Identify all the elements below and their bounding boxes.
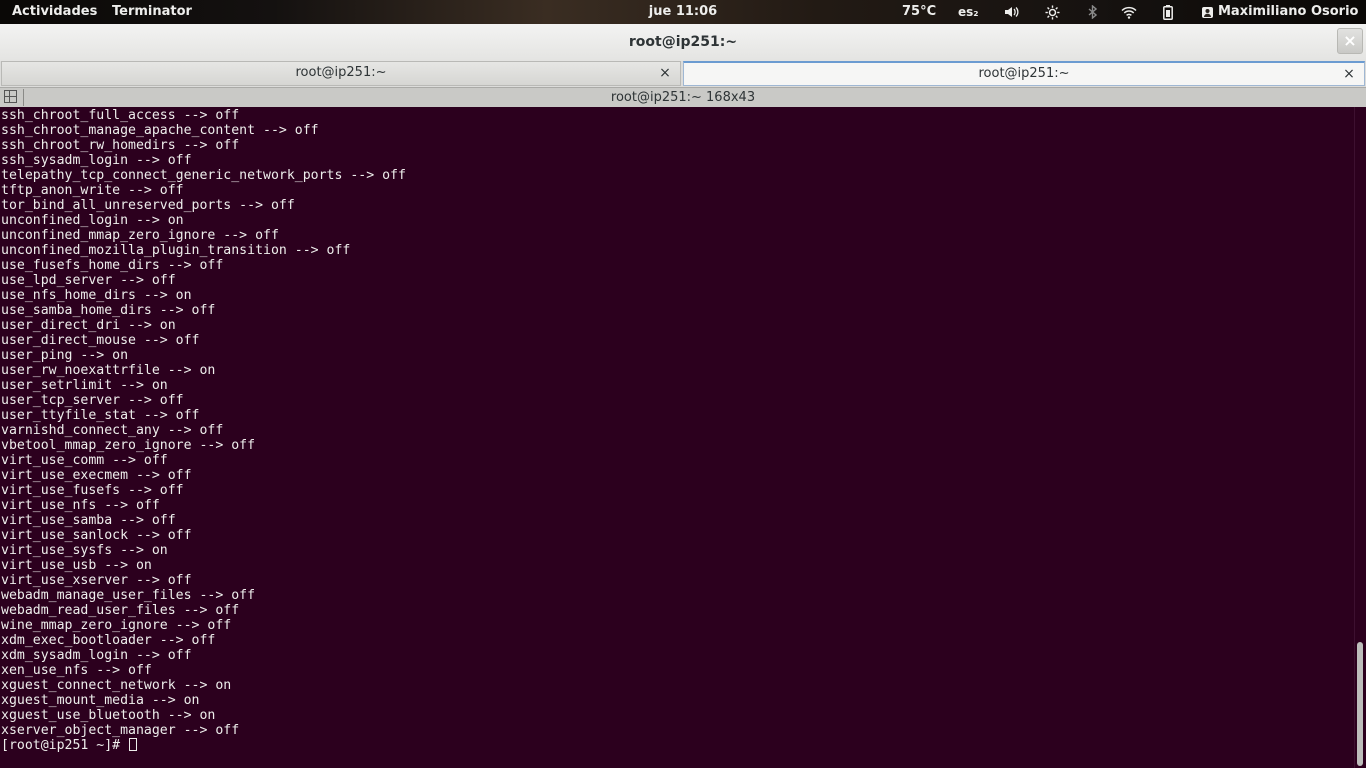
terminal-line: user_direct_dri --> on <box>1 318 176 333</box>
terminal-line: unconfined_mozilla_plugin_transition -->… <box>1 243 351 258</box>
terminal-line: ssh_chroot_rw_homedirs --> off <box>1 138 240 153</box>
wifi-icon[interactable] <box>1118 0 1140 24</box>
terminal-line: varnishd_connect_any --> off <box>1 423 224 438</box>
terminal-line: unconfined_mmap_zero_ignore --> off <box>1 228 279 243</box>
terminal-line: virt_use_sysfs --> on <box>1 543 168 558</box>
window-titlebar[interactable]: root@ip251:~ × <box>0 24 1366 62</box>
terminal-line: xdm_sysadm_login --> off <box>1 648 192 663</box>
terminal-line: ssh_chroot_manage_apache_content --> off <box>1 123 319 138</box>
terminal-title: root@ip251:~ 168x43 <box>610 90 756 105</box>
user-menu[interactable]: Maximiliano Osorio <box>1218 0 1358 24</box>
terminal-output: ssh_chroot_full_access --> off ssh_chroot… <box>1 108 406 753</box>
terminal-line: use_samba_home_dirs --> off <box>1 303 216 318</box>
terminal-line: unconfined_login --> on <box>1 213 184 228</box>
tab-label: root@ip251:~ <box>978 66 1070 81</box>
top-bar: Actividades Terminator jue 11:06 75°C es… <box>0 0 1366 24</box>
prompt-line[interactable]: [root@ip251 ~]# <box>1 738 406 753</box>
terminal-line: ssh_sysadm_login --> off <box>1 153 192 168</box>
window-title: root@ip251:~ <box>628 34 738 50</box>
temperature-indicator[interactable]: 75°C <box>902 0 936 24</box>
brightness-icon[interactable] <box>1042 0 1062 24</box>
terminal-line: tor_bind_all_unreserved_ports --> off <box>1 198 295 213</box>
terminal-line: virt_use_xserver --> off <box>1 573 192 588</box>
terminal-line: virt_use_fusefs --> off <box>1 483 184 498</box>
terminal-titlebar[interactable]: root@ip251:~ 168x43 <box>0 87 1366 107</box>
terminal-line: webadm_manage_user_files --> off <box>1 588 256 603</box>
terminal-line: user_ttyfile_stat --> off <box>1 408 200 423</box>
tab-bar: root@ip251:~ × root@ip251:~ × <box>0 61 1366 87</box>
close-tab-icon[interactable]: × <box>1340 65 1358 83</box>
terminal-line: xdm_exec_bootloader --> off <box>1 633 216 648</box>
close-window-button[interactable]: × <box>1337 28 1363 54</box>
shell-prompt: [root@ip251 ~]# <box>1 738 129 753</box>
tab-2[interactable]: root@ip251:~ × <box>683 61 1365 86</box>
terminal-line: virt_use_usb --> on <box>1 558 152 573</box>
terminal-line: wine_mmap_zero_ignore --> off <box>1 618 232 633</box>
terminal-line: use_fusefs_home_dirs --> off <box>1 258 224 273</box>
scrollbar-thumb[interactable] <box>1357 642 1363 766</box>
terminal-line: use_lpd_server --> off <box>1 273 176 288</box>
keyboard-layout-indicator[interactable]: es₂ <box>958 0 979 24</box>
terminal-line: virt_use_comm --> off <box>1 453 168 468</box>
terminal-line: xguest_use_bluetooth --> on <box>1 708 216 723</box>
terminal-area[interactable]: ssh_chroot_full_access --> off ssh_chroot… <box>0 107 1354 768</box>
battery-icon[interactable] <box>1160 0 1176 24</box>
terminal-line: user_setrlimit --> on <box>1 378 168 393</box>
scrollbar[interactable] <box>1354 107 1366 768</box>
user-icon <box>1200 0 1214 24</box>
text-cursor <box>129 738 138 751</box>
terminal-line: user_tcp_server --> off <box>1 393 184 408</box>
terminal-line: user_ping --> on <box>1 348 129 363</box>
terminal-line: virt_use_execmem --> off <box>1 468 192 483</box>
terminal-line: virt_use_nfs --> off <box>1 498 160 513</box>
terminal-line: user_rw_noexattrfile --> on <box>1 363 216 378</box>
terminal-line: xguest_connect_network --> on <box>1 678 232 693</box>
close-tab-icon[interactable]: × <box>656 64 674 82</box>
terminal-line: xen_use_nfs --> off <box>1 663 152 678</box>
terminal-line: xguest_mount_media --> on <box>1 693 200 708</box>
terminal-line: virt_use_sanlock --> off <box>1 528 192 543</box>
terminal-line: virt_use_samba --> off <box>1 513 176 528</box>
volume-icon[interactable] <box>1002 0 1022 24</box>
terminal-line: vbetool_mmap_zero_ignore --> off <box>1 438 256 453</box>
terminal-line: xserver_object_manager --> off <box>1 723 240 738</box>
bluetooth-icon[interactable] <box>1082 0 1102 24</box>
terminal-line: telepathy_tcp_connect_generic_network_po… <box>1 168 406 183</box>
terminal-line: ssh_chroot_full_access --> off <box>1 108 240 123</box>
terminal-line: user_direct_mouse --> off <box>1 333 200 348</box>
terminal-line: webadm_read_user_files --> off <box>1 603 240 618</box>
terminal-line: tftp_anon_write --> off <box>1 183 184 198</box>
terminal-line: use_nfs_home_dirs --> on <box>1 288 192 303</box>
tab-1[interactable]: root@ip251:~ × <box>1 61 681 86</box>
close-icon: × <box>1343 31 1357 50</box>
tab-label: root@ip251:~ <box>295 65 387 80</box>
